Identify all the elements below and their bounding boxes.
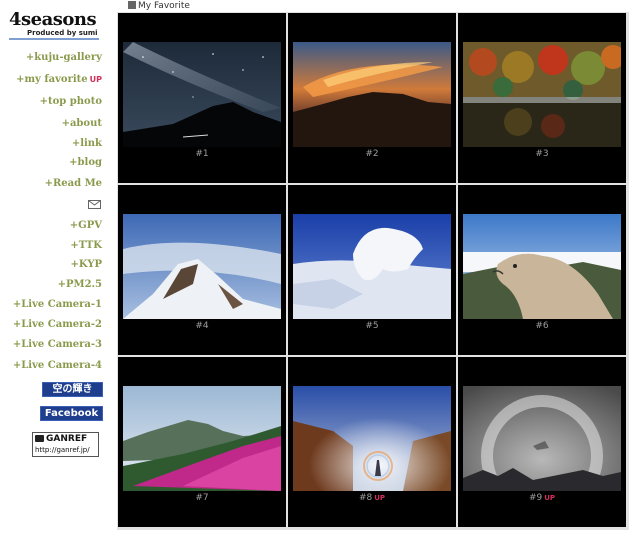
up-badge: UP — [89, 75, 102, 84]
gallery-item-7[interactable]: #7 — [118, 357, 286, 527]
photo-gallery: #1 #2 #3 #4 #5 #6 #7 #8 UP #9 UP — [117, 12, 629, 530]
nav-label: +Live Camera-4 — [12, 360, 102, 371]
up-badge: UP — [374, 494, 386, 502]
caption-text: #5 — [365, 321, 379, 331]
caption-text: #4 — [195, 321, 209, 331]
photo-caption: #9 UP — [458, 493, 626, 503]
nav-label: +KYP — [70, 259, 102, 270]
site-logo[interactable]: 4seasons Produced by sumi — [9, 11, 104, 40]
logo-underline — [9, 38, 99, 40]
nav-ttk[interactable]: +TTK — [70, 240, 102, 251]
photo-caption: #7 — [118, 493, 286, 503]
ganref-title: GANREF — [46, 434, 88, 444]
nav-label: +top photo — [39, 96, 102, 107]
nav-live-camera-4[interactable]: +Live Camera-4 — [13, 360, 102, 371]
nav-label: +blog — [69, 157, 102, 168]
nav-label: +GPV — [69, 220, 102, 231]
nav-live-camera-1[interactable]: +Live Camera-1 — [13, 299, 102, 310]
nav-label: +Live Camera-1 — [12, 299, 102, 310]
caption-text: #7 — [195, 493, 209, 503]
gallery-item-8[interactable]: #8 UP — [288, 357, 456, 527]
photo-caption: #4 — [118, 321, 286, 331]
nav-label: +kuju-gallery — [25, 52, 102, 63]
photo-caption: #8 UP — [288, 493, 456, 503]
nav-label: +TTK — [70, 240, 102, 251]
ganref-title-row: GANREF — [33, 433, 98, 445]
nav-pm25[interactable]: +PM2.5 — [58, 279, 102, 290]
photo-caption: #3 — [458, 149, 626, 159]
photo-caption: #2 — [288, 149, 456, 159]
photo-caption: #6 — [458, 321, 626, 331]
nav-label: +link — [71, 138, 102, 149]
caption-text: #6 — [535, 321, 549, 331]
page-heading: My Favorite — [128, 1, 190, 12]
gallery-item-9[interactable]: #9 UP — [458, 357, 626, 527]
caption-text: #8 — [358, 493, 373, 503]
square-bullet-icon — [128, 1, 136, 9]
mail-icon[interactable] — [88, 200, 101, 209]
gallery-item-2[interactable]: #2 — [288, 13, 456, 183]
photo-dog-mountain[interactable] — [463, 214, 621, 319]
nav-gpv[interactable]: +GPV — [70, 220, 102, 231]
nav-label: +PM2.5 — [57, 279, 102, 290]
sidebar: 4seasons Produced by sumi +kuju-gallery … — [0, 0, 118, 541]
ganref-url: http://ganref.jp/ — [33, 445, 98, 456]
nav-live-camera-2[interactable]: +Live Camera-2 — [13, 319, 102, 330]
gallery-item-4[interactable]: #4 — [118, 185, 286, 355]
nav-label: +Live Camera-2 — [12, 319, 102, 330]
up-badge: UP — [544, 494, 556, 502]
photo-caption: #1 — [118, 149, 286, 159]
site-title: 4seasons — [9, 9, 97, 30]
nav-kuju-gallery[interactable]: +kuju-gallery — [26, 52, 102, 63]
photo-snowy-ridge[interactable] — [123, 214, 281, 319]
caption-text: #3 — [535, 149, 549, 159]
gallery-item-1[interactable]: #1 — [118, 13, 286, 183]
caption-text: #9 — [528, 493, 543, 503]
caption-text: #1 — [195, 149, 209, 159]
site-subtitle: Produced by sumi — [27, 29, 98, 37]
nav-top-photo[interactable]: +top photo — [40, 96, 102, 107]
camera-icon — [35, 435, 44, 442]
facebook-banner[interactable]: Facebook — [40, 406, 103, 421]
nav-label: +about — [61, 118, 102, 129]
nav-blog[interactable]: +blog — [69, 157, 102, 168]
photo-caption: #5 — [288, 321, 456, 331]
sora-no-kagayaki-banner[interactable]: 空の輝き — [42, 382, 103, 397]
gallery-item-5[interactable]: #5 — [288, 185, 456, 355]
nav-read-me[interactable]: +Read Me — [45, 178, 102, 189]
nav-my-favorite[interactable]: +my favorite UP — [16, 74, 102, 85]
caption-text: #2 — [365, 149, 379, 159]
photo-brocken-spectre[interactable] — [293, 386, 451, 491]
photo-fog-bow[interactable] — [463, 386, 621, 491]
photo-pink-azalea[interactable] — [123, 386, 281, 491]
gallery-item-6[interactable]: #6 — [458, 185, 626, 355]
photo-autumn-pond[interactable] — [463, 42, 621, 147]
nav-about[interactable]: +about — [62, 118, 102, 129]
page-heading-text: My Favorite — [138, 1, 190, 11]
nav-label: +my favorite — [16, 74, 88, 85]
nav-link[interactable]: +link — [72, 138, 102, 149]
nav-label: +Live Camera-3 — [12, 339, 102, 350]
nav-live-camera-3[interactable]: +Live Camera-3 — [13, 339, 102, 350]
nav-kyp[interactable]: +KYP — [71, 259, 102, 270]
photo-rime-ice[interactable] — [293, 214, 451, 319]
gallery-item-3[interactable]: #3 — [458, 13, 626, 183]
nav-label: +Read Me — [44, 178, 102, 189]
photo-milky-way[interactable] — [123, 42, 281, 147]
ganref-banner[interactable]: GANREF http://ganref.jp/ — [32, 432, 99, 457]
photo-sunset-clouds[interactable] — [293, 42, 451, 147]
